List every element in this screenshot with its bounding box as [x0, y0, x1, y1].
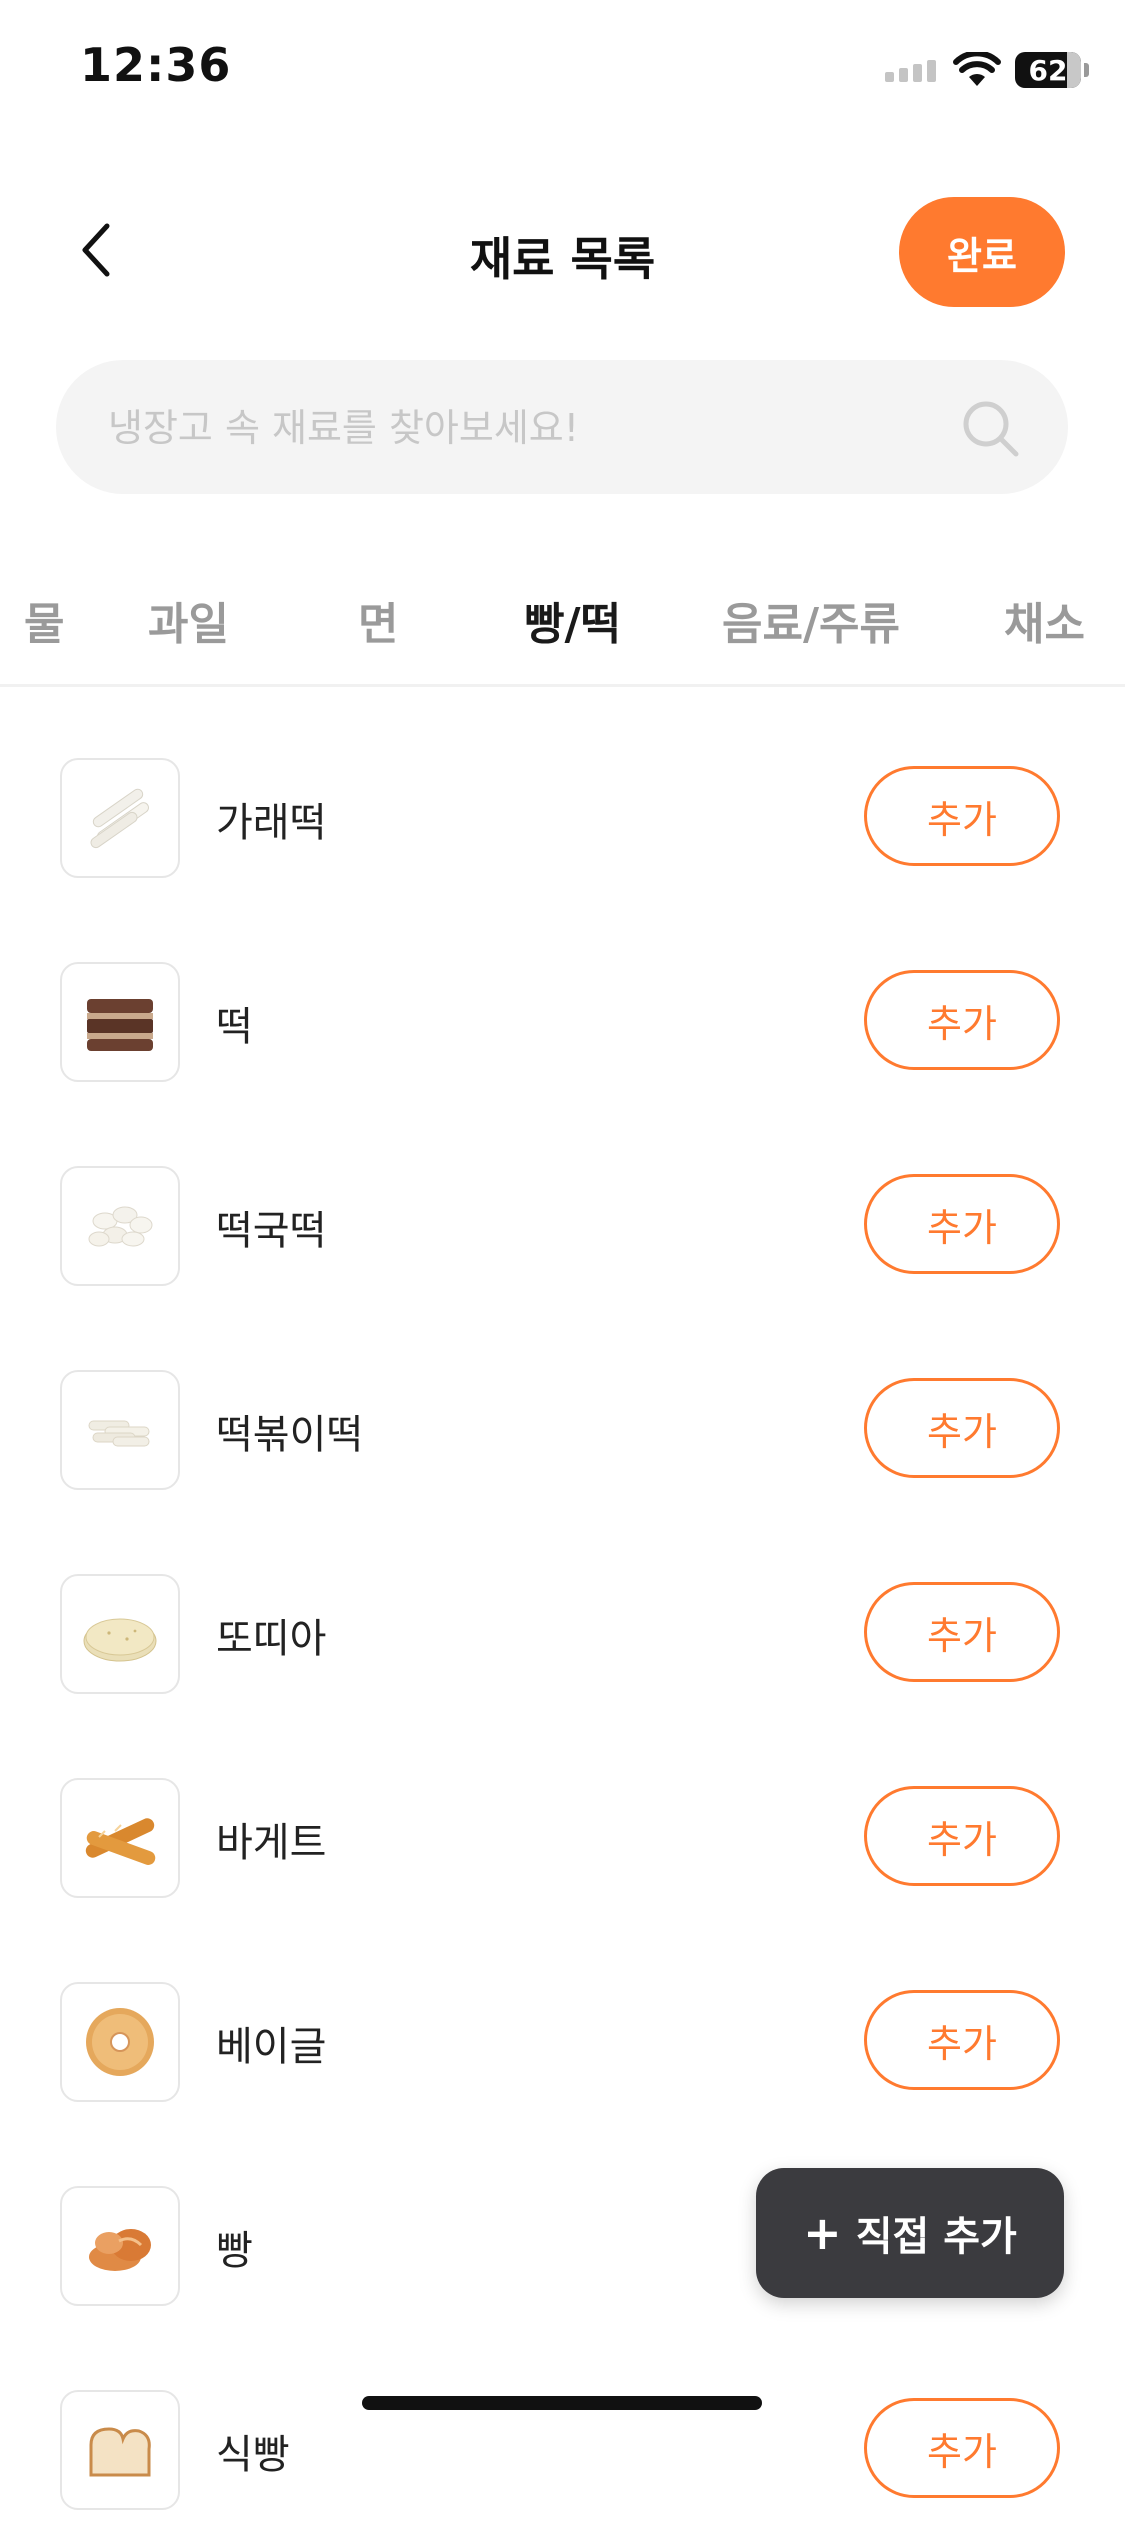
add-button[interactable]: 추가: [864, 1786, 1060, 1886]
bread-icon: [60, 2186, 180, 2306]
done-button[interactable]: 완료: [899, 197, 1065, 307]
add-button[interactable]: 추가: [864, 1174, 1060, 1274]
garaetteok-icon: [60, 758, 180, 878]
item-name: 빵: [216, 2228, 253, 2274]
cellular-signal-icon: [885, 60, 936, 82]
item-name: 떡: [216, 1004, 253, 1050]
toast-bread-icon: [60, 2390, 180, 2510]
wifi-icon: [953, 52, 1001, 86]
list-item: 식빵 추가: [0, 2332, 1125, 2536]
tab-water[interactable]: 물: [24, 560, 64, 680]
status-bar: 12:36 62: [0, 0, 1125, 140]
item-name: 가래떡: [216, 800, 327, 846]
tortilla-icon: [60, 1574, 180, 1694]
header: 재료 목록 완료: [0, 185, 1125, 315]
tteok-icon: [60, 962, 180, 1082]
add-manually-label: 직접 추가: [855, 2214, 1017, 2260]
item-name: 베이글: [216, 2024, 327, 2070]
list-item: 떡볶이떡 추가: [0, 1312, 1125, 1516]
tab-noodles[interactable]: 면: [358, 560, 398, 680]
bagel-icon: [60, 1982, 180, 2102]
item-name: 또띠아: [216, 1616, 327, 1662]
battery-level: 62: [1028, 53, 1068, 87]
search-input[interactable]: [106, 360, 930, 496]
add-button[interactable]: 추가: [864, 1378, 1060, 1478]
list-item: 떡국떡 추가: [0, 1108, 1125, 1312]
status-time: 12:36: [80, 38, 232, 92]
tab-vegetables[interactable]: 채소: [1004, 560, 1085, 680]
list-item: 또띠아 추가: [0, 1516, 1125, 1720]
status-icons: 62: [885, 50, 1089, 90]
search-bar: [56, 360, 1068, 496]
tteokguk-tteok-icon: [60, 1166, 180, 1286]
add-button[interactable]: 추가: [864, 1582, 1060, 1682]
list-item: 떡 추가: [0, 904, 1125, 1108]
category-tabs: 물 과일 면 빵/떡 음료/주류 채소: [0, 560, 1125, 680]
home-indicator: [362, 2396, 762, 2410]
battery-icon: 62: [1015, 52, 1089, 88]
add-manually-button[interactable]: + 직접 추가: [756, 2168, 1064, 2298]
list-item: 베이글 추가: [0, 1924, 1125, 2128]
tab-fruit[interactable]: 과일: [148, 560, 229, 680]
item-name: 떡국떡: [216, 1208, 327, 1254]
tteokbokki-tteok-icon: [60, 1370, 180, 1490]
item-name: 식빵: [216, 2432, 290, 2478]
baguette-icon: [60, 1778, 180, 1898]
search-icon[interactable]: [960, 398, 1022, 460]
tabs-divider: [0, 684, 1125, 687]
tab-drinks-alcohol[interactable]: 음료/주류: [722, 560, 900, 680]
list-item: 바게트 추가: [0, 1720, 1125, 1924]
add-button[interactable]: 추가: [864, 1990, 1060, 2090]
add-button[interactable]: 추가: [864, 766, 1060, 866]
plus-icon: +: [803, 2206, 842, 2260]
list-item: 가래떡 추가: [0, 700, 1125, 904]
item-name: 바게트: [216, 1820, 327, 1866]
tab-bread-rice-cake[interactable]: 빵/떡: [524, 560, 621, 680]
add-button[interactable]: 추가: [864, 970, 1060, 1070]
item-name: 떡볶이떡: [216, 1412, 364, 1458]
add-button[interactable]: 추가: [864, 2398, 1060, 2498]
